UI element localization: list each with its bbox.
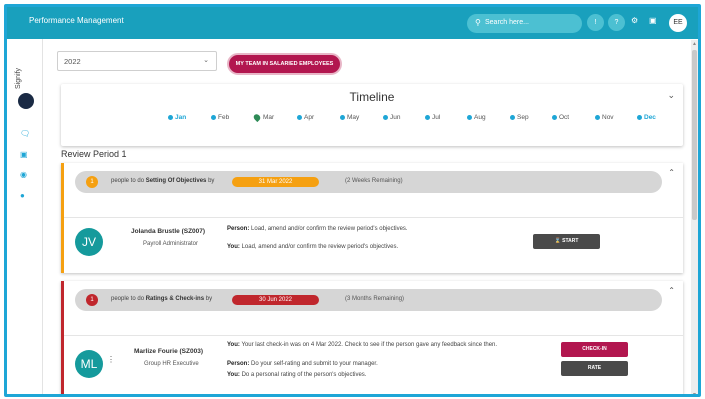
- task-card: 1 people to do Ratings & Check-ins by 30…: [61, 281, 683, 394]
- start-button[interactable]: ⌛ START: [533, 234, 600, 249]
- scrollbar[interactable]: ▲ ▼: [691, 40, 698, 394]
- check-in-button[interactable]: CHECK-IN: [561, 342, 628, 357]
- timeline-card: Timeline ⌄ Jan Feb Mar Apr May Jun Jul A…: [61, 84, 683, 146]
- logo: Signify: [11, 49, 39, 109]
- app-title: Performance Management: [29, 16, 124, 25]
- month-nov[interactable]: Nov: [595, 114, 614, 121]
- more-options-icon[interactable]: ⋮: [107, 355, 115, 364]
- month-jan[interactable]: Jan: [168, 114, 186, 121]
- collapse-chevron-icon[interactable]: ⌃: [668, 168, 675, 177]
- month-mar[interactable]: Mar: [252, 112, 274, 123]
- timeline-title: Timeline: [349, 90, 395, 104]
- year-select[interactable]: 2022 ⌄: [57, 51, 217, 71]
- month-oct[interactable]: Oct: [552, 114, 569, 121]
- employee-name[interactable]: Marlize Fourie (SZ003): [134, 348, 203, 355]
- scroll-down-icon[interactable]: ▼: [691, 392, 698, 394]
- main-content: 2022 ⌄ MY TEAM IN SALARIED EMPLOYEES Tim…: [44, 39, 690, 394]
- employee-avatar[interactable]: ML: [75, 350, 103, 378]
- binoculars-icon[interactable]: ◉: [20, 170, 27, 179]
- month-jul[interactable]: Jul: [425, 114, 440, 121]
- month-jun[interactable]: Jun: [383, 114, 400, 121]
- instruction-line: You: Load, amend and/or confirm the revi…: [227, 244, 399, 250]
- month-aug[interactable]: Aug: [467, 114, 486, 121]
- instruction-line: You: Your last check-in was on 4 Mar 202…: [227, 342, 498, 348]
- sidebar: Signify 🗨 ▣ ◉ ●: [7, 39, 43, 394]
- instruction-line: Person: Load, amend and/or confirm the r…: [227, 226, 408, 232]
- current-month-pin-icon: [252, 112, 262, 123]
- employee-role: Payroll Administrator: [143, 241, 199, 247]
- chat-icon[interactable]: 🗨: [20, 129, 30, 138]
- search-placeholder: Search here...: [485, 19, 529, 26]
- logo-mark: [18, 93, 34, 109]
- task-accent: [61, 281, 64, 394]
- month-apr[interactable]: Apr: [297, 114, 314, 121]
- timeline-months: Jan Feb Mar Apr May Jun Jul Aug Sep Oct …: [61, 112, 683, 126]
- divider: [64, 335, 683, 336]
- employee-name[interactable]: Jolanda Brustle (SZ007): [131, 228, 205, 235]
- rate-button[interactable]: RATE: [561, 361, 628, 376]
- gear-icon[interactable]: ⚙: [631, 16, 638, 25]
- collapse-chevron-icon[interactable]: ⌃: [668, 286, 675, 295]
- task-accent: [61, 163, 64, 273]
- divider: [64, 217, 683, 218]
- chevron-down-icon: ⌄: [203, 57, 209, 64]
- help-button[interactable]: ?: [608, 14, 625, 31]
- task-count: 1: [86, 176, 98, 188]
- due-date-badge: 30 Jun 2022: [232, 295, 319, 305]
- user-avatar[interactable]: EE: [669, 14, 687, 32]
- top-bar: Performance Management ⚲ Search here... …: [7, 7, 698, 39]
- time-remaining: (3 Months Remaining): [345, 296, 405, 302]
- team-button[interactable]: MY TEAM IN SALARIED EMPLOYEES: [227, 53, 342, 75]
- notification-icon[interactable]: ▣: [649, 16, 657, 25]
- search-input[interactable]: ⚲ Search here...: [467, 14, 582, 33]
- scroll-thumb[interactable]: [692, 50, 697, 220]
- task-description: people to do Setting Of Objectives by: [111, 178, 215, 184]
- search-icon: ⚲: [475, 18, 481, 27]
- task-description: people to do Ratings & Check-ins by: [111, 296, 213, 302]
- instruction-line: Person: Do your self-rating and submit t…: [227, 361, 378, 367]
- year-value: 2022: [64, 57, 81, 66]
- person-icon[interactable]: ●: [20, 191, 25, 200]
- review-period-title: Review Period 1: [61, 149, 127, 159]
- due-date-badge: 31 Mar 2022: [232, 177, 319, 187]
- time-remaining: (2 Weeks Remaining): [345, 178, 403, 184]
- briefcase-icon[interactable]: ▣: [20, 150, 28, 159]
- employee-role: Group HR Executive: [144, 361, 199, 367]
- month-sep[interactable]: Sep: [510, 114, 529, 121]
- alert-button[interactable]: !: [587, 14, 604, 31]
- app-window: Performance Management ⚲ Search here... …: [4, 4, 701, 397]
- employee-avatar[interactable]: JV: [75, 228, 103, 256]
- month-dec[interactable]: Dec: [637, 114, 656, 121]
- collapse-chevron-icon[interactable]: ⌄: [667, 90, 675, 101]
- logo-text: Signify: [15, 67, 22, 89]
- month-may[interactable]: May: [340, 114, 359, 121]
- task-card: 1 people to do Setting Of Objectives by …: [61, 163, 683, 273]
- instruction-line: You: Do a personal rating of the person'…: [227, 372, 367, 378]
- task-count: 1: [86, 294, 98, 306]
- scroll-up-icon[interactable]: ▲: [691, 41, 698, 47]
- month-feb[interactable]: Feb: [211, 114, 229, 121]
- task-banner: 1 people to do Setting Of Objectives by …: [75, 171, 662, 193]
- task-banner: 1 people to do Ratings & Check-ins by 30…: [75, 289, 662, 311]
